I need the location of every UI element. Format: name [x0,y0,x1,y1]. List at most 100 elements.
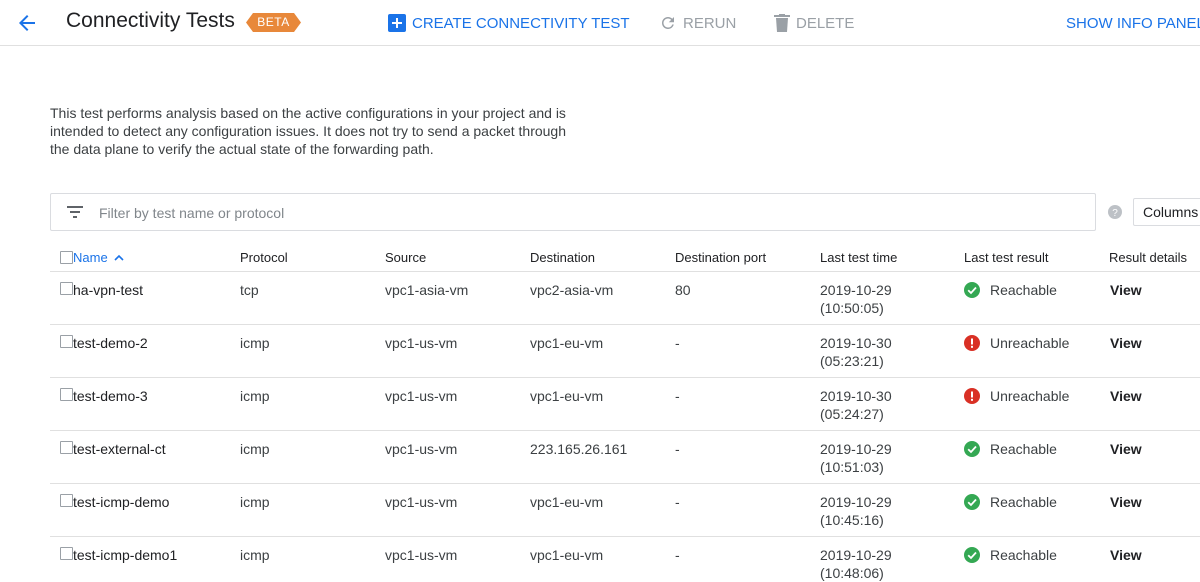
create-label: CREATE CONNECTIVITY TEST [412,14,630,32]
last-test-clock: (10:45:16) [820,512,884,528]
view-details-link[interactable]: View [1110,440,1142,458]
column-header-result-details: Result details [1109,250,1188,265]
last-test-result: Reachable [964,440,1057,461]
row-checkbox[interactable] [60,388,73,401]
column-header-destination-port[interactable]: Destination port [675,250,766,265]
beta-badge: BETA [246,13,301,32]
last-test-time: 2019-10-30 (05:23:21) [820,334,892,370]
check-circle-icon [964,441,980,461]
last-test-result: Reachable [964,546,1057,567]
table-row: ha-vpn-test tcp vpc1-asia-vm vpc2-asia-vm 80… [50,272,1200,325]
test-protocol: icmp [240,494,270,510]
last-test-time: 2019-10-29 (10:50:05) [820,281,892,317]
column-header-name[interactable]: Name [73,250,126,265]
column-header-name-label: Name [73,250,108,265]
row-checkbox[interactable] [60,335,73,348]
top-bar: Connectivity Tests BETA CREATE CONNECTIV… [0,0,1200,46]
connectivity-tests-table: Name Protocol Source Destination Destina… [50,243,1200,582]
test-destination: vpc2-asia-vm [530,282,614,298]
check-circle-icon [964,282,980,302]
trash-icon [774,14,790,32]
table-row: test-icmp-demo icmp vpc1-us-vm vpc1-eu-vm - 2… [50,484,1200,537]
last-test-clock: (10:48:06) [820,565,884,581]
test-name[interactable]: ha-vpn-test [73,281,143,299]
rerun-label: RERUN [683,14,737,32]
check-circle-icon [964,494,980,514]
back-button[interactable] [12,8,42,38]
last-test-clock: (05:23:21) [820,353,884,369]
row-checkbox[interactable] [60,282,73,295]
test-protocol: icmp [240,388,270,404]
view-details-link[interactable]: View [1110,546,1142,564]
test-destination: 223.165.26.161 [530,441,628,457]
beta-badge-label: BETA [257,15,290,29]
test-source: vpc1-us-vm [385,494,458,510]
delete-button[interactable]: DELETE [774,12,854,34]
result-label: Reachable [990,441,1057,457]
column-header-destination[interactable]: Destination [530,250,595,265]
test-name[interactable]: test-icmp-demo [73,493,169,511]
last-test-result: Reachable [964,281,1057,302]
view-details-link[interactable]: View [1110,334,1142,352]
test-destination-port: - [675,494,680,510]
column-header-protocol[interactable]: Protocol [240,250,288,265]
arrow-up-icon [114,254,124,261]
last-test-result: Reachable [964,493,1057,514]
test-name[interactable]: test-demo-3 [73,387,148,405]
row-checkbox[interactable] [60,494,73,507]
error-circle-icon [964,388,980,408]
last-test-date: 2019-10-29 [820,441,892,457]
table-row: test-external-ct icmp vpc1-us-vm 223.165.26… [50,431,1200,484]
column-header-source[interactable]: Source [385,250,426,265]
check-circle-icon [964,547,980,567]
page-title: Connectivity Tests [66,9,235,32]
test-source: vpc1-us-vm [385,547,458,563]
last-test-date: 2019-10-29 [820,282,892,298]
view-details-link[interactable]: View [1110,493,1142,511]
filter-input[interactable] [99,202,999,224]
test-destination: vpc1-eu-vm [530,494,604,510]
row-checkbox[interactable] [60,547,73,560]
last-test-time: 2019-10-30 (05:24:27) [820,387,892,423]
view-details-link[interactable]: View [1110,387,1142,405]
result-label: Unreachable [990,388,1070,404]
last-test-time: 2019-10-29 (10:45:16) [820,493,892,529]
view-details-link[interactable]: View [1110,281,1142,299]
test-name[interactable]: test-external-ct [73,440,166,458]
create-connectivity-test-button[interactable]: CREATE CONNECTIVITY TEST [388,12,630,34]
test-protocol: icmp [240,547,270,563]
test-destination-port: 80 [675,282,691,298]
show-info-panel-button[interactable]: SHOW INFO PANEL [1066,12,1200,34]
select-all-checkbox[interactable] [60,251,73,264]
result-label: Reachable [990,494,1057,510]
table-row: test-icmp-demo1 icmp vpc1-us-vm vpc1-eu-vm -… [50,537,1200,582]
last-test-result: Unreachable [964,387,1069,408]
test-protocol: tcp [240,282,259,298]
test-destination-port: - [675,547,680,563]
last-test-date: 2019-10-29 [820,494,892,510]
help-icon[interactable]: ? [1108,205,1122,219]
rerun-button[interactable]: RERUN [659,12,736,34]
column-header-last-test-time[interactable]: Last test time [820,250,897,265]
arrow-back-icon [19,15,35,31]
error-circle-icon [964,335,980,355]
last-test-result: Unreachable [964,334,1069,355]
last-test-clock: (05:24:27) [820,406,884,422]
last-test-time: 2019-10-29 (10:48:06) [820,546,892,582]
test-name[interactable]: test-demo-2 [73,334,148,352]
columns-button[interactable]: Columns [1133,198,1200,226]
test-source: vpc1-us-vm [385,388,458,404]
last-test-time: 2019-10-29 (10:51:03) [820,440,892,476]
refresh-icon [659,14,677,32]
column-header-last-test-result[interactable]: Last test result [964,250,1049,265]
test-source: vpc1-us-vm [385,441,458,457]
test-source: vpc1-asia-vm [385,282,469,298]
last-test-clock: (10:50:05) [820,300,884,316]
table-header: Name Protocol Source Destination Destina… [50,243,1200,272]
row-checkbox[interactable] [60,441,73,454]
test-destination-port: - [675,441,680,457]
test-destination-port: - [675,335,680,351]
test-name[interactable]: test-icmp-demo1 [73,546,177,564]
svg-text:?: ? [1112,208,1118,219]
table-row: test-demo-2 icmp vpc1-us-vm vpc1-eu-vm - 2019… [50,325,1200,378]
